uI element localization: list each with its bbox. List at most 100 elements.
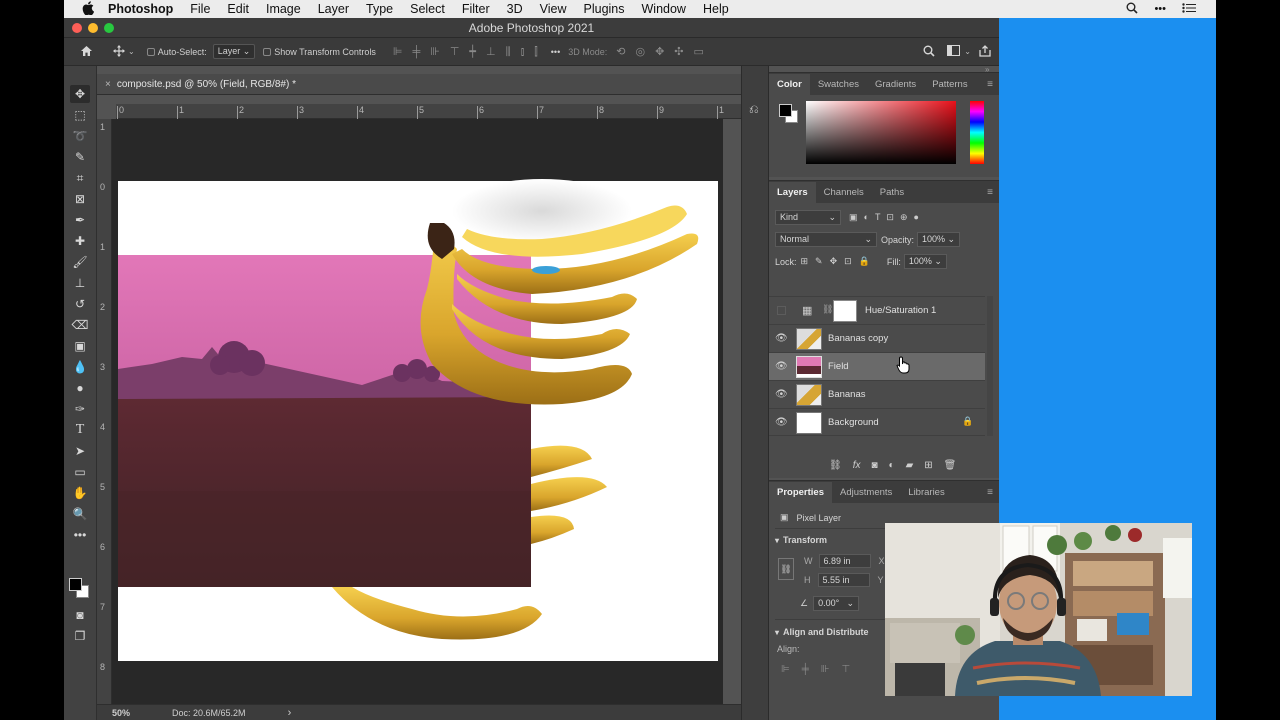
type-tool-icon[interactable]: T [70, 421, 90, 439]
home-icon[interactable] [80, 45, 93, 59]
search-icon[interactable] [1126, 2, 1139, 17]
control-center-icon[interactable]: ••• [1154, 3, 1166, 15]
rectangle-tool-icon[interactable]: ▭ [70, 463, 90, 481]
chevron-down-icon[interactable]: ▾ [775, 628, 779, 637]
panel-menu-icon[interactable]: ≡ [987, 79, 993, 90]
align-buttons[interactable]: ⊫╪⊪⊤ [781, 664, 862, 675]
tab-gradients[interactable]: Gradients [867, 79, 924, 95]
fg-color-chip[interactable] [779, 104, 792, 117]
trash-icon[interactable]: 🗑 [944, 460, 957, 471]
close-document-icon[interactable]: × [105, 79, 111, 90]
tab-properties[interactable]: Properties [769, 482, 832, 503]
adjustment-icon[interactable]: ◐ [889, 460, 895, 471]
status-menu-arrow[interactable]: › [288, 707, 292, 719]
path-select-tool-icon[interactable]: ➤ [70, 442, 90, 460]
menu-layer[interactable]: Layer [318, 2, 349, 16]
canvas-area[interactable] [112, 119, 723, 719]
layer-row-bananas-copy[interactable]: 👁 Bananas copy [769, 324, 985, 352]
menu-edit[interactable]: Edit [227, 2, 249, 16]
filter-icons[interactable]: ▣◐T⊡⊕● [849, 212, 925, 223]
quick-select-tool-icon[interactable]: ✎ [70, 148, 90, 166]
more-tools-icon[interactable]: ••• [70, 526, 90, 544]
workspace-icon[interactable] [947, 45, 961, 58]
doc-size[interactable]: Doc: 20.6M/65.2M [172, 708, 246, 718]
menu-file[interactable]: File [190, 2, 210, 16]
angle-input[interactable]: 0.00° ⌄ [813, 596, 860, 611]
brush-tool-icon[interactable]: 🖌 [70, 253, 90, 271]
frame-tool-icon[interactable]: ⊠ [70, 190, 90, 208]
history-panel-icon[interactable]: ⎌ [749, 102, 759, 117]
screen-mode-icon[interactable]: ❐ [70, 627, 90, 645]
blur-tool-icon[interactable]: 💧 [70, 358, 90, 376]
layer-row-bananas[interactable]: 👁 Bananas [769, 380, 985, 408]
menu-image[interactable]: Image [266, 2, 301, 16]
width-input[interactable]: 6.89 in [818, 554, 871, 568]
auto-select-target-dropdown[interactable]: Layer ⌄ [212, 44, 256, 59]
apple-icon[interactable] [82, 0, 95, 18]
zoom-level[interactable]: 50% [112, 708, 130, 718]
chevron-down-icon[interactable]: ▾ [775, 536, 779, 545]
layer-visibility-off[interactable] [777, 306, 786, 315]
eye-icon[interactable]: 👁 [775, 389, 788, 400]
menu-type[interactable]: Type [366, 2, 393, 16]
tab-paths[interactable]: Paths [872, 187, 912, 203]
chevron-down-icon[interactable]: ⌄ [128, 47, 135, 56]
menu-filter[interactable]: Filter [462, 2, 490, 16]
tab-libraries[interactable]: Libraries [900, 487, 952, 503]
pen-tool-icon[interactable]: ✑ [70, 400, 90, 418]
eye-icon[interactable]: 👁 [775, 333, 788, 344]
eyedropper-tool-icon[interactable]: ✒ [70, 211, 90, 229]
menu-select[interactable]: Select [410, 2, 445, 16]
layer-row-background[interactable]: 👁 Background 🔒 [769, 408, 985, 436]
hue-slider[interactable] [970, 101, 984, 164]
crop-tool-icon[interactable]: ⌗ [70, 169, 90, 187]
history-brush-tool-icon[interactable]: ↺ [70, 295, 90, 313]
link-layers-icon[interactable]: ⛓ [829, 460, 842, 471]
document-canvas[interactable] [112, 119, 723, 704]
color-field[interactable] [806, 101, 956, 164]
new-layer-icon[interactable]: ⊞ [924, 460, 932, 471]
tab-patterns[interactable]: Patterns [924, 79, 975, 95]
lock-icons[interactable]: ⊞✎✥⊡🔒 [801, 256, 877, 267]
eraser-tool-icon[interactable]: ⌫ [70, 316, 90, 334]
share-icon[interactable] [979, 44, 991, 59]
add-mask-icon[interactable]: ◙ [871, 460, 877, 471]
hand-tool-icon[interactable]: ✋ [70, 484, 90, 502]
tab-adjustments[interactable]: Adjustments [832, 487, 900, 503]
fill-input[interactable]: 100% ⌄ [903, 254, 947, 269]
search-icon[interactable] [923, 45, 935, 59]
opacity-input[interactable]: 100% ⌄ [917, 232, 961, 247]
tab-swatches[interactable]: Swatches [810, 79, 867, 95]
zoom-tool-icon[interactable]: 🔍 [70, 505, 90, 523]
menu-plugins[interactable]: Plugins [584, 2, 625, 16]
notification-list-icon[interactable] [1182, 2, 1196, 16]
tab-layers[interactable]: Layers [769, 182, 816, 203]
layers-scrollbar[interactable] [987, 296, 993, 436]
menu-3d[interactable]: 3D [507, 2, 523, 16]
panel-menu-icon[interactable]: ≡ [987, 187, 993, 198]
menu-window[interactable]: Window [642, 2, 686, 16]
folder-icon[interactable]: ▰ [906, 460, 914, 471]
move-tool-icon[interactable]: ✥ [70, 85, 90, 103]
tab-color[interactable]: Color [769, 74, 810, 95]
gradient-tool-icon[interactable]: ▣ [70, 337, 90, 355]
dodge-tool-icon[interactable]: ● [70, 379, 90, 397]
auto-select-checkbox[interactable] [146, 47, 155, 56]
layer-filter-dropdown[interactable]: Kind ⌄ [775, 210, 841, 225]
height-input[interactable]: 5.55 in [817, 573, 870, 587]
chevron-down-icon[interactable]: ⌄ [964, 47, 971, 56]
show-transform-checkbox[interactable] [263, 47, 272, 56]
blend-mode-dropdown[interactable]: Normal ⌄ [775, 232, 877, 247]
more-options-icon[interactable]: ••• [551, 47, 560, 57]
panel-menu-icon[interactable]: ≡ [987, 487, 993, 498]
layer-row-field[interactable]: 👁 Field [769, 352, 985, 380]
link-dimensions-icon[interactable]: ⛓ [778, 558, 794, 580]
layer-mask-thumbnail[interactable] [833, 300, 857, 322]
layer-row-hue-saturation[interactable]: ▦ ⛓ Hue/Saturation 1 [769, 296, 985, 324]
align-icons-group[interactable]: ⊫ ╪ ⊪ ⊤ ┿ ⊥ ⫼ ⫾ ⫿ [388, 45, 543, 59]
menu-help[interactable]: Help [703, 2, 729, 16]
eye-icon[interactable]: 👁 [775, 361, 788, 372]
lasso-tool-icon[interactable]: ➰ [70, 127, 90, 145]
fx-icon[interactable]: fx [853, 460, 861, 471]
healing-brush-tool-icon[interactable]: ✚ [70, 232, 90, 250]
